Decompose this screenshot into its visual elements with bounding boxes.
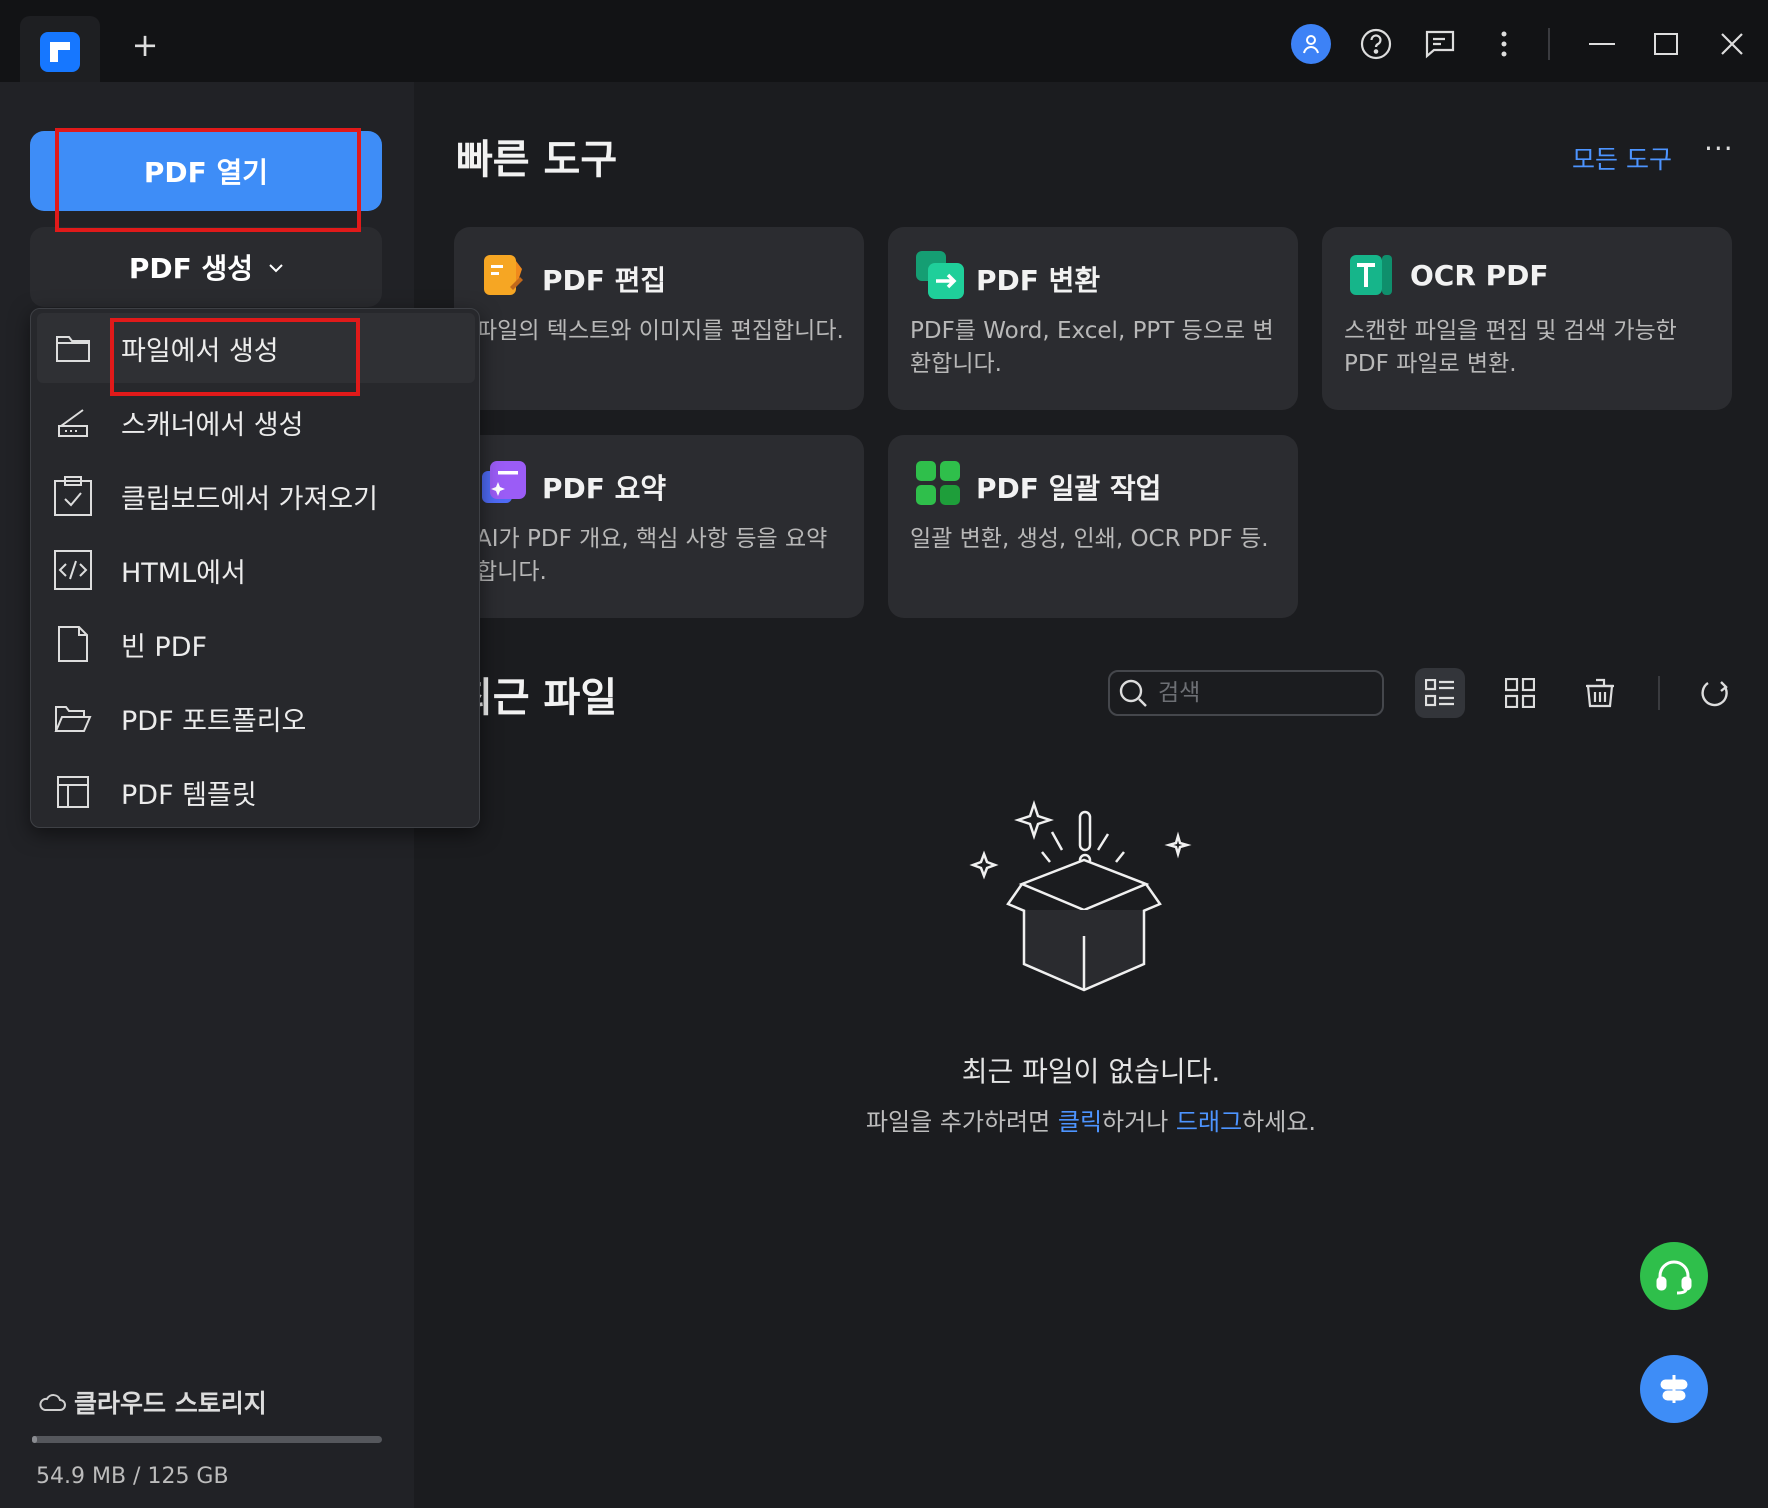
tool-card-convert-pdf[interactable]: PDF 변환 PDF를 Word, Excel, PPT 등으로 변환합니다. xyxy=(888,227,1298,410)
storage-progress-fill xyxy=(32,1436,38,1443)
cloud-storage-text: 클라우드 스토리지 xyxy=(74,1389,267,1418)
empty-sub-suffix: 하세요. xyxy=(1242,1108,1317,1136)
minimize-icon[interactable] xyxy=(1582,24,1622,64)
storage-progress-bar xyxy=(32,1436,382,1443)
list-view-icon[interactable] xyxy=(1415,668,1465,718)
chevron-down-icon xyxy=(269,257,283,278)
assistant-button[interactable] xyxy=(1640,1355,1708,1423)
title-bar: + xyxy=(0,0,1768,82)
html-code-icon xyxy=(53,550,93,590)
support-headset-button[interactable] xyxy=(1640,1242,1708,1310)
plus-icon[interactable]: + xyxy=(130,29,160,61)
menu-item-from-clipboard[interactable]: 클립보드에서 가져오기 xyxy=(37,461,475,531)
summary-icon xyxy=(480,459,528,507)
tool-card-desc: PDF를 Word, Excel, PPT 등으로 변환합니다. xyxy=(910,318,1274,377)
menu-item-from-scanner[interactable]: 스캐너에서 생성 xyxy=(37,387,475,457)
menu-item-template[interactable]: PDF 템플릿 xyxy=(37,757,475,827)
main-content: 빠른 도구 모든 도구 ··· PDF 편집 파일의 텍스트와 이미지를 편집합… xyxy=(414,82,1768,1508)
blank-page-icon xyxy=(53,624,93,664)
empty-box-illustration xyxy=(964,792,1204,1012)
highlight-from-file xyxy=(110,318,360,396)
scanner-icon xyxy=(53,402,93,442)
tool-card-desc: 파일의 텍스트와 이미지를 편집합니다. xyxy=(476,318,844,344)
recent-files-heading: 최근 파일 xyxy=(456,675,618,721)
tool-card-title: PDF 요약 xyxy=(542,472,667,505)
empty-sub-prefix: 파일을 추가하려면 xyxy=(865,1108,1058,1136)
tool-card-desc: AI가 PDF 개요, 핵심 사항 등을 요약합니다. xyxy=(476,526,828,585)
headset-icon xyxy=(1656,1260,1692,1295)
tool-card-desc: 스캔한 파일을 편집 및 검색 가능한 PDF 파일로 변환. xyxy=(1344,318,1677,377)
feedback-icon[interactable] xyxy=(1420,24,1460,64)
tool-card-edit-pdf[interactable]: PDF 편집 파일의 텍스트와 이미지를 편집합니다. xyxy=(454,227,864,410)
menu-label: 스캐너에서 생성 xyxy=(121,409,304,441)
drag-link[interactable]: 드래그 xyxy=(1176,1108,1242,1136)
grid-view-icon[interactable] xyxy=(1495,668,1545,718)
menu-label: 빈 PDF xyxy=(121,631,208,663)
refresh-icon[interactable] xyxy=(1690,668,1740,718)
tool-card-ocr-pdf[interactable]: OCR PDF 스캔한 파일을 편집 및 검색 가능한 PDF 파일로 변환. xyxy=(1322,227,1732,410)
tool-card-summary-pdf[interactable]: PDF 요약 AI가 PDF 개요, 핵심 사항 등을 요약합니다. xyxy=(454,435,864,618)
search-box[interactable] xyxy=(1108,670,1384,716)
tool-card-batch-pdf[interactable]: PDF 일괄 작업 일괄 변환, 생성, 인쇄, OCR PDF 등. xyxy=(888,435,1298,618)
empty-sub-mid: 하거나 xyxy=(1102,1108,1176,1136)
cloud-storage-label[interactable]: 클라우드 스토리지 xyxy=(38,1384,267,1420)
home-tab[interactable] xyxy=(20,16,100,82)
menu-item-blank-pdf[interactable]: 빈 PDF xyxy=(37,609,475,679)
template-icon xyxy=(53,772,93,812)
clear-history-icon[interactable] xyxy=(1575,668,1625,718)
click-link[interactable]: 클릭 xyxy=(1058,1108,1102,1136)
close-icon[interactable] xyxy=(1712,24,1752,64)
app-logo-icon xyxy=(40,32,80,72)
menu-item-from-html[interactable]: HTML에서 xyxy=(37,535,475,605)
highlight-create-pdf xyxy=(55,128,361,232)
assistant-icon xyxy=(1660,1375,1688,1403)
more-vertical-icon[interactable] xyxy=(1484,24,1524,64)
empty-state-subtitle: 파일을 추가하려면 클릭하거나 드래그하세요. xyxy=(414,1102,1768,1137)
storage-usage: 54.9 MB / 125 GB xyxy=(36,1464,229,1489)
cloud-icon xyxy=(39,1394,66,1411)
tool-card-title: PDF 변환 xyxy=(976,264,1101,297)
more-horizontal-icon[interactable]: ··· xyxy=(1704,132,1734,165)
maximize-icon[interactable] xyxy=(1646,24,1686,64)
titlebar-separator xyxy=(1548,28,1550,60)
view-separator xyxy=(1658,676,1660,710)
menu-label: HTML에서 xyxy=(121,557,246,589)
user-icon[interactable] xyxy=(1291,24,1331,64)
folder-icon xyxy=(53,328,93,368)
tool-card-title: PDF 일괄 작업 xyxy=(976,472,1162,505)
tool-card-title: PDF 편집 xyxy=(542,264,667,297)
quick-tools-heading: 빠른 도구 xyxy=(456,137,618,183)
help-icon[interactable] xyxy=(1356,24,1396,64)
menu-label: PDF 포트폴리오 xyxy=(121,705,307,737)
convert-pdf-icon xyxy=(914,251,964,299)
edit-pdf-icon xyxy=(480,251,528,299)
menu-label: 클립보드에서 가져오기 xyxy=(121,483,378,515)
clipboard-icon xyxy=(53,476,93,516)
create-pdf-label: PDF 생성 xyxy=(128,252,254,285)
empty-state-title: 최근 파일이 없습니다. xyxy=(961,1055,1221,1088)
search-icon xyxy=(1119,679,1147,707)
menu-label: PDF 템플릿 xyxy=(121,779,257,811)
ocr-icon xyxy=(1348,251,1396,299)
tool-card-title: OCR PDF xyxy=(1410,259,1549,292)
open-folder-icon xyxy=(53,698,93,738)
create-pdf-button[interactable]: PDF 생성 xyxy=(30,227,382,307)
search-input[interactable] xyxy=(1158,680,1368,706)
menu-item-portfolio[interactable]: PDF 포트폴리오 xyxy=(37,683,475,753)
batch-icon xyxy=(914,459,962,507)
all-tools-link[interactable]: 모든 도구 xyxy=(1572,140,1672,176)
tool-card-desc: 일괄 변환, 생성, 인쇄, OCR PDF 등. xyxy=(910,526,1269,552)
